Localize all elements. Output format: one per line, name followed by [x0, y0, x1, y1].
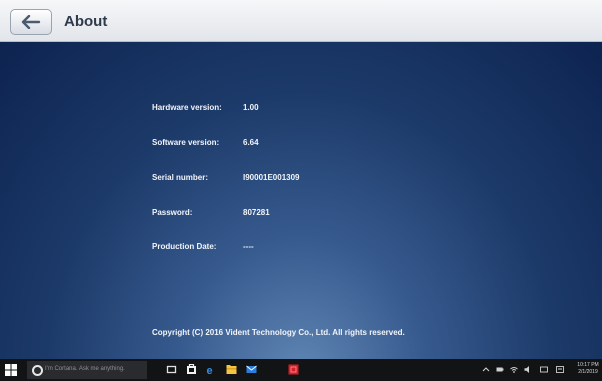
windows-start-icon[interactable]	[5, 364, 17, 376]
volume-icon[interactable]	[524, 365, 532, 374]
cortana-icon	[32, 365, 43, 376]
production-date-value: ----	[243, 242, 254, 251]
edge-browser-icon[interactable]: e	[206, 364, 217, 375]
clock-date: 2/1/2019	[578, 369, 598, 375]
clock-time: 10:17 PM	[577, 362, 599, 368]
hardware-version-label: Hardware version:	[152, 103, 222, 112]
software-version-value: 6.64	[243, 138, 259, 147]
serial-number-label: Serial number:	[152, 173, 209, 182]
back-arrow-icon	[21, 15, 41, 29]
battery-icon[interactable]	[496, 365, 504, 374]
title-bar: About	[0, 0, 602, 42]
about-panel: Hardware version: 1.00 Software version:…	[0, 42, 602, 359]
serial-number-value: I90001E001309	[243, 173, 300, 182]
copyright-text: Copyright (C) 2016 Vident Technology Co.…	[152, 328, 405, 337]
cortana-search-box[interactable]: I'm Cortana. Ask me anything.	[27, 361, 147, 379]
search-placeholder: I'm Cortana. Ask me anything.	[45, 366, 125, 372]
task-view-icon[interactable]	[166, 364, 177, 375]
back-button[interactable]	[10, 9, 52, 35]
app-icon[interactable]	[288, 364, 299, 375]
page-title: About	[64, 13, 108, 30]
keyboard-icon[interactable]	[540, 365, 548, 374]
windows-taskbar: I'm Cortana. Ask me anything. e 10:17 PM…	[0, 359, 602, 381]
password-label: Password:	[152, 208, 193, 217]
chevron-up-icon[interactable]	[482, 365, 490, 374]
software-version-label: Software version:	[152, 138, 220, 147]
hardware-version-value: 1.00	[243, 103, 259, 112]
file-explorer-icon[interactable]	[226, 364, 237, 375]
language-icon[interactable]	[556, 365, 564, 374]
store-icon[interactable]	[186, 364, 197, 375]
wifi-icon[interactable]	[510, 365, 518, 374]
production-date-label: Production Date:	[152, 242, 217, 251]
svg-text:e: e	[207, 365, 213, 375]
mail-icon[interactable]	[246, 364, 257, 375]
system-clock[interactable]: 10:17 PM 2/1/2019	[576, 362, 600, 376]
password-value: 807281	[243, 208, 270, 217]
